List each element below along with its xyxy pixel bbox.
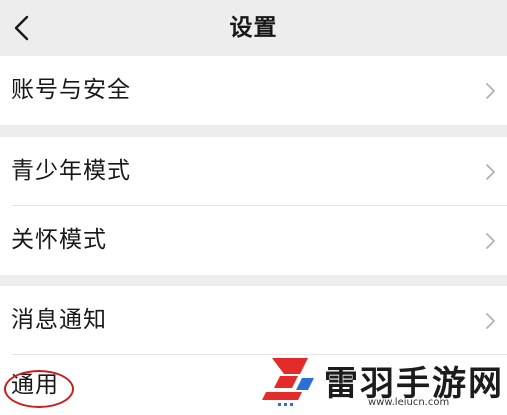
settings-item-notifications[interactable]: 消息通知 [0, 286, 507, 355]
settings-item-label: 青少年模式 [11, 158, 131, 184]
settings-item-care-mode[interactable]: 关怀模式 [0, 206, 507, 275]
settings-item-teen-mode[interactable]: 青少年模式 [0, 137, 507, 206]
top-nav-bar: 设置 [0, 0, 507, 56]
settings-item-label: 通用 [11, 372, 59, 398]
page-title: 设置 [229, 15, 278, 41]
chevron-right-icon [486, 233, 495, 249]
settings-item-account-security[interactable]: 账号与安全 [0, 56, 507, 125]
watermark-logo-icon [262, 358, 314, 406]
watermark: 雷羽手游网 www.leiucn.com [258, 350, 507, 414]
settings-item-label: 消息通知 [11, 307, 107, 333]
settings-item-label: 账号与安全 [11, 77, 131, 103]
chevron-right-icon [486, 164, 495, 180]
watermark-url: www.leiucn.com [368, 397, 450, 408]
settings-section-account: 账号与安全 [0, 56, 507, 125]
settings-item-label: 关怀模式 [11, 227, 107, 253]
chevron-right-icon [486, 83, 495, 99]
chevron-right-icon [486, 313, 495, 329]
settings-section-modes: 青少年模式 关怀模式 [0, 137, 507, 275]
